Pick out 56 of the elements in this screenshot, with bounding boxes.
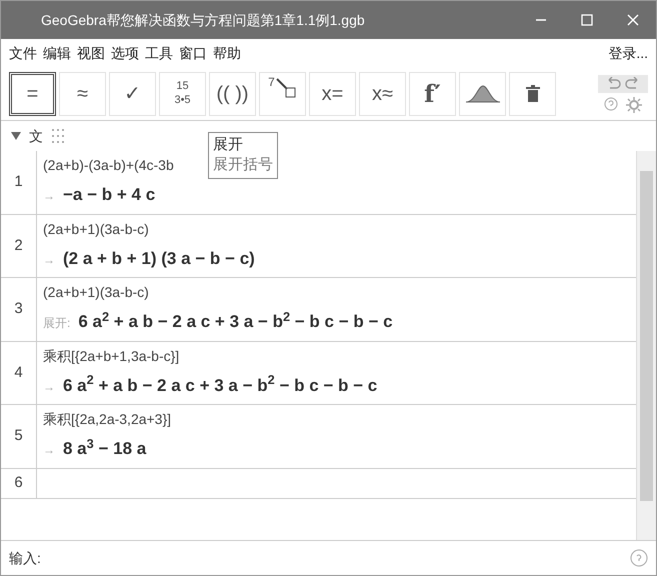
menu-item[interactable]: 工具 [145, 42, 173, 64]
maximize-icon [581, 14, 593, 26]
scrollbar[interactable] [636, 151, 656, 540]
tool-button[interactable]: x= [309, 72, 356, 116]
close-icon [627, 14, 639, 26]
row-number: 6 [1, 468, 37, 498]
menu-item[interactable]: 选项 [111, 42, 139, 64]
menu-item[interactable]: 窗口 [179, 42, 207, 64]
menu-item[interactable]: 帮助 [213, 42, 241, 64]
menu-item[interactable]: 编辑 [43, 42, 71, 64]
menu-item[interactable]: 视图 [77, 42, 105, 64]
tool-button[interactable]: 15 3•5 [159, 72, 206, 116]
input-expression[interactable]: 乘积[{2a,2a-3,2a+3}] [43, 409, 172, 430]
bell-curve-icon [464, 84, 500, 104]
output-expression: 6 a$^{2}$ + a b − 2 a c + 3 a − b$^{2}$ − b c − b − c [63, 372, 378, 396]
settings-icon[interactable] [626, 96, 642, 112]
tool-button[interactable] [509, 72, 556, 116]
output-prefix: → [43, 252, 55, 268]
login-link[interactable]: 登录... [608, 42, 648, 64]
row-number: 4 [1, 342, 37, 404]
output-expression: (2 a + b + 1) (3 a − b − c) [63, 248, 255, 270]
output-prefix: 展开: [43, 315, 70, 332]
collapse-triangle-icon[interactable] [11, 132, 21, 140]
tool-button[interactable]: f′ [409, 72, 456, 116]
grid-dots-icon[interactable] [51, 128, 65, 144]
input-expression[interactable]: (2a+b+1)(3a-b-c) [43, 218, 149, 240]
output-prefix: → [43, 442, 55, 459]
tool-button[interactable] [459, 72, 506, 116]
trash-icon [526, 84, 540, 102]
menu-item[interactable]: 文件 [9, 42, 37, 64]
help-icon[interactable] [604, 96, 618, 110]
tooltip-description: 展开括号 [213, 155, 273, 176]
input-expression[interactable]: (2a+b+1)(3a-b-c) [43, 282, 149, 303]
tool-button[interactable]: ≈ [59, 72, 106, 116]
output-expression: −a − b + 4 c [63, 184, 156, 206]
tool-button[interactable]: = [9, 72, 56, 116]
scrollbar-thumb[interactable] [640, 171, 653, 501]
input-expression[interactable]: (2a+b)-(3a-b)+(4c-3b [43, 155, 174, 176]
window-title: GeoGebra帮您解决函数与方程问题第1章1.1例1.ggb [41, 10, 366, 30]
tool-button[interactable]: (( )) [209, 72, 256, 116]
row-number: 1 [1, 151, 37, 214]
output-prefix: → [43, 378, 55, 396]
output-expression: 8 a$^{3}$ − 18 a [63, 436, 146, 460]
output-expression: 6 a$^{2}$ + a b − 2 a c + 3 a − b$^{2}$ − b c − b − c [78, 309, 393, 333]
help-icon[interactable] [630, 549, 648, 567]
sort-label[interactable]: 文 [29, 126, 43, 146]
row-number: 5 [1, 405, 37, 468]
tool-button[interactable]: 7 [259, 72, 306, 116]
input-expression[interactable]: 乘积[{2a+b+1,3a-b-c}] [43, 346, 180, 366]
output-prefix: → [43, 188, 55, 205]
tooltip-title: 展开 [213, 135, 244, 155]
row-number: 2 [1, 214, 37, 277]
input-label: 输入: [9, 548, 41, 568]
tool-button[interactable]: x≈ [359, 72, 406, 116]
row-number: 3 [1, 278, 37, 340]
tool-button[interactable]: ✓ [109, 72, 156, 116]
